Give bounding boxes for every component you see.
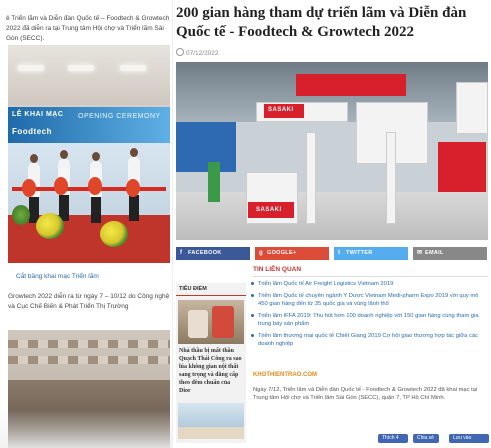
article-main-photo: SASAKI SASAKI [176,62,488,240]
facebook-save-button[interactable]: Lưu vào Facebook [449,434,489,448]
booth-right [438,142,486,192]
related-news-item[interactable]: Triển lãm Quốc tế chuyên ngành Y Dược Vi… [251,292,489,308]
photo-light [68,65,94,71]
facebook-icon: f [180,250,183,256]
share-email-label: EMAIL [425,250,444,256]
booth-brand-text: SASAKI [268,107,294,113]
share-label: Chia sẻ [417,435,434,441]
related-news-item[interactable]: Triển lãm Quốc tế Air Freight Logistics … [251,280,489,288]
main-article-column: 200 gian hàng tham dự triển lãm và Diễn … [173,0,491,448]
left-article-column: ẻ Triển lãm và Diễn đàn Quốc tế – Foodte… [0,0,172,448]
bullet-icon [251,294,254,297]
article-title[interactable]: 200 gian hàng tham dự triển lãm và Diễn … [176,4,491,42]
related-news-list: Triển lãm Quốc tế Air Freight Logistics … [251,280,489,352]
save-label: Lưu vào Facebook [453,435,475,448]
related-news-text: Triển lãm Quốc tế Air Freight Logistics … [258,281,394,287]
clock-icon [176,48,184,56]
share-twitter-label: TWITTER [346,250,373,256]
share-email-button[interactable]: ✉ EMAIL [413,247,487,260]
bullet-icon [251,282,254,285]
left-paragraph: Growtech 2022 diễn ra từ ngày 7 – 10/12 … [8,293,170,310]
google-plus-icon: g [259,250,263,256]
photo-ribbon-bow [126,179,140,197]
related-news-title: TIN LIÊN QUAN [253,266,302,273]
thumbnail-shape [178,427,244,439]
photo-floor [176,192,488,240]
booth-sign-brand: SASAKI [264,104,304,118]
twitter-icon: t [338,250,341,256]
left-intro-text: ẻ Triển lãm và Diễn đàn Quốc tế – Foodte… [6,15,170,42]
page: ẻ Triển lãm và Diễn đàn Quốc tế – Foodte… [0,0,491,448]
share-twitter-button[interactable]: t TWITTER [334,247,408,260]
sidebar-item-title[interactable]: Nhà thầu bị mất thầu Quạch Thái Công ra … [179,347,243,395]
sidebar-title-underline [176,295,246,296]
related-news-text: Triển lãm IFFA 2019: Thu hút hơn 100 doa… [258,313,479,327]
related-news-item[interactable]: Triển lãm IFFA 2019: Thu hút hơn 100 doa… [251,312,489,328]
photo-banner: LỄ KHAI MẠC OPENING CEREMONY Foodtech [8,107,170,143]
photo-ribbon-bow [22,179,36,197]
sidebar-thumbnail[interactable] [178,300,244,344]
email-icon: ✉ [417,250,423,256]
photo-ceiling [8,45,170,105]
photo-ribbon-bow [54,177,68,195]
related-news-text: Triển lãm Quốc tế chuyên ngành Y Dược Vi… [258,293,479,307]
thumbnail-shape [212,306,234,338]
booth-column [386,132,396,224]
booth-left [176,122,236,172]
photo-caption: Cắt băng khai mạc Triển lãm [16,273,99,280]
photo-light [18,65,44,71]
photo-flowers [100,221,128,247]
booth-header [296,74,406,96]
source-label[interactable]: KHOTHIENTRAO.COM [253,372,317,378]
sidebar-focus-box: TIÊU ĐIỂM Nhà thầu bị mất thầu Quạch Thá… [176,283,246,443]
photo-stripe [8,340,170,348]
booth-stand-front: SASAKI [248,202,294,218]
photo-stripe [8,356,170,364]
photo-plant [12,205,30,225]
booth-column [306,132,316,224]
related-news-item[interactable]: Triển lãm thương mại quốc tế Chiết Giang… [251,332,489,348]
share-facebook-button[interactable]: f FACEBOOK [176,247,250,260]
share-facebook-label: FACEBOOK [188,250,222,256]
banner-brand: Foodtech [12,127,52,136]
booth-right-top [456,82,488,134]
related-news-text: Triển lãm thương mại quốc tế Chiết Giang… [258,333,478,347]
share-google-label: GOOGLE+ [267,250,297,256]
banner-text-secondary: OPENING CEREMONY [78,113,161,120]
like-label: Thích 4 [382,435,399,441]
facebook-like-button[interactable]: Thích 4 [378,434,408,443]
photo-flowers [36,213,64,239]
booth-brand-text-2: SASAKI [256,207,282,213]
date-text: 07/12/2022 [186,50,219,57]
visitor [208,162,220,202]
sidebar-title: TIÊU ĐIỂM [179,286,207,292]
photo-light [120,65,146,71]
article-body: Ngày 7/12, Triển lãm và Diễn đàn Quốc tế… [253,387,478,401]
fade-overlay [0,410,172,448]
banner-text: LỄ KHAI MẠC [12,111,64,118]
bullet-icon [251,314,254,317]
share-google-button[interactable]: g GOOGLE+ [255,247,329,260]
photo-ribbon-bow [88,177,102,195]
thumbnail-shape [188,310,208,338]
sidebar-thumbnail-2[interactable] [178,403,244,439]
bullet-icon [251,334,254,337]
article-date: 07/12/2022 [176,48,219,57]
related-news-divider [253,276,488,277]
facebook-share-button[interactable]: Chia sẻ [413,434,439,443]
opening-ceremony-photo: LỄ KHAI MẠC OPENING CEREMONY Foodtech [8,45,170,263]
